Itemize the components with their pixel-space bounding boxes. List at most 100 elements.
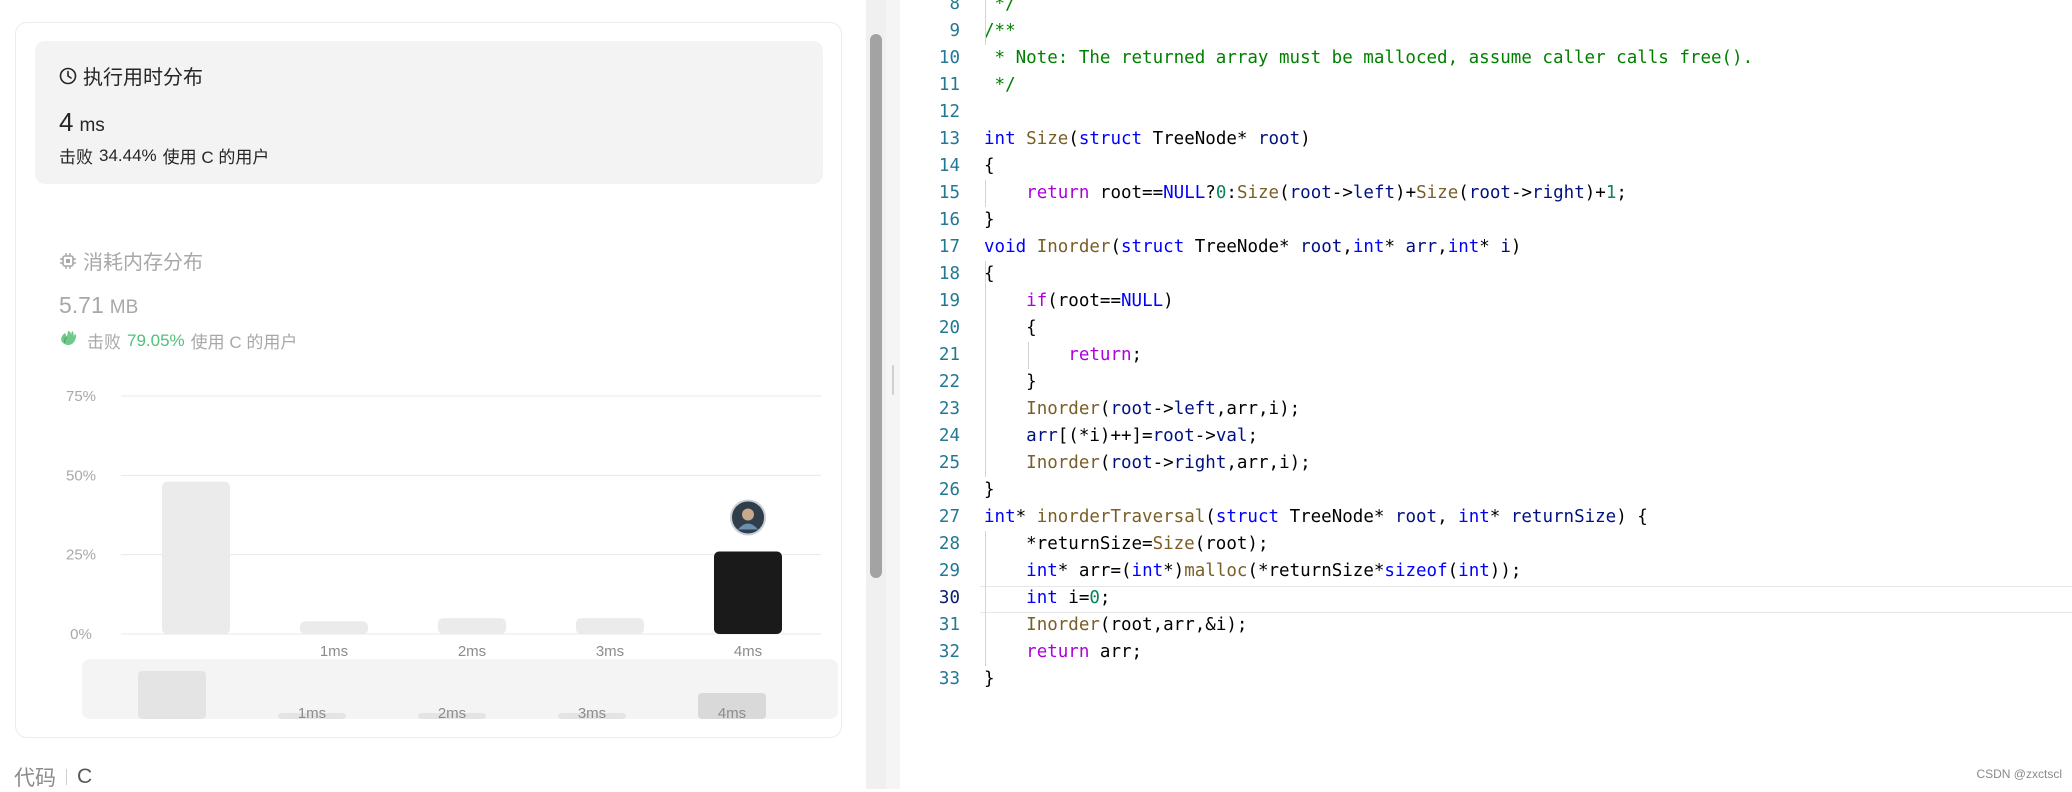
runtime-beat: 击败 34.44% 使用 C 的用户 [59,143,269,168]
code-line[interactable]: 30 int i=0; [900,585,2072,612]
code-text: } [984,477,995,504]
code-text: Inorder(root->left,arr,i); [984,396,1300,423]
code-text: Inorder(root,arr,&i); [984,612,1247,639]
code-token: /** [984,21,1016,41]
line-number: 14 [938,156,960,176]
line-number: 29 [938,561,960,581]
code-line[interactable]: 29 int* arr=(int*)malloc(*returnSize*siz… [900,558,2072,585]
code-token: return [1068,345,1132,365]
code-token: Size [1416,183,1459,203]
code-language-bar: 代码 C [14,762,92,792]
code-token: (root,arr,&i); [1099,615,1248,635]
code-line[interactable]: 9 /** [900,18,2072,45]
scrollbar-thumb[interactable] [870,34,882,578]
chart-bar [438,618,506,634]
code-text: */ [984,0,1016,18]
code-token: Inorder [1036,237,1111,257]
code-token: *returnSize= [984,534,1153,554]
code-token: * arr=( [1057,561,1132,581]
memory-section[interactable]: 消耗内存分布 5.71 MB 击败 79.05% 使用 C 的用户 [35,198,823,352]
code-line[interactable]: 23 Inorder(root->left,arr,i); [900,396,2072,423]
line-number: 20 [938,318,960,338]
code-line[interactable]: 26} [900,477,2072,504]
code-token: (root== [1047,291,1121,311]
line-number: 22 [938,372,960,392]
code-line[interactable]: 17 void Inorder(struct TreeNode* root,int… [900,234,2072,261]
code-editor[interactable]: 8 */ 9 /** 10 * Note: The returned array mu… [900,0,2072,789]
indent-guide [985,0,986,45]
y-tick-label: 0% [70,626,92,643]
code-label: 代码 [14,767,56,790]
line-number: 13 [938,129,960,149]
code-text: { [984,315,1037,342]
code-token: int [1026,588,1058,608]
code-line[interactable]: 13 int Size(struct TreeNode* root) [900,126,2072,153]
code-line[interactable]: 27 int* inorderTraversal(struct TreeNode*… [900,504,2072,531]
runtime-section[interactable]: 执行用时分布 4 ms 击败 34.44% 使用 C 的用户 [35,41,823,184]
code-line[interactable]: 18{ [900,261,2072,288]
code-line[interactable]: 33} [900,666,2072,693]
code-token: inorderTraversal [1036,507,1206,527]
memory-title-label: 消耗内存分布 [83,252,203,274]
code-line[interactable]: 11 */ [900,72,2072,99]
code-token: 1 [1605,183,1617,203]
code-line[interactable]: 20 { [900,315,2072,342]
code-line[interactable]: 8 */ [900,0,2072,18]
code-line[interactable]: 24 arr[(*i)++]=root->val; [900,423,2072,450]
code-token: TreeNode* [1142,129,1258,149]
chart-bar [714,551,782,634]
runtime-beat-pct: 34.44% [99,145,157,165]
code-line[interactable]: 19 if(root==NULL) [900,288,2072,315]
code-token: -> [1152,453,1174,473]
code-token: struct [1121,237,1185,257]
chart-range-slider[interactable]: 1ms 2ms 3ms 4ms [82,659,838,719]
code-token: Size [1152,534,1195,554]
chart-bar [300,621,368,634]
code-token: ; [1616,183,1627,203]
line-number: 9 [949,21,960,41]
code-token: * Note: The returned array must be mallo… [984,48,1754,68]
line-number: 25 [938,453,960,473]
code-line[interactable]: 21 return; [900,342,2072,369]
code-line[interactable]: 31 Inorder(root,arr,&i); [900,612,2072,639]
code-line[interactable]: 10 * Note: The returned array must be ma… [900,45,2072,72]
code-token: arr [1405,237,1438,257]
line-number: 27 [938,507,960,527]
code-line[interactable]: 12 [900,99,2072,126]
code-token: ; [1247,426,1258,446]
line-number: 15 [938,183,960,203]
code-token: NULL [1121,291,1164,311]
code-token: int [1131,561,1164,581]
code-line[interactable]: 25 Inorder(root->right,arr,i); [900,450,2072,477]
code-text: } [984,369,1037,396]
runtime-title: 执行用时分布 [59,61,203,90]
code-token: ( [1279,183,1290,203]
code-token: * [1015,507,1037,527]
code-token: right [1532,183,1585,203]
code-line[interactable]: 16} [900,207,2072,234]
code-line[interactable]: 15 return root==NULL?0:Size(root->left)+… [900,180,2072,207]
runtime-beat-suffix: 使用 C 的用户 [162,148,270,167]
code-line[interactable]: 22 } [900,369,2072,396]
line-number: 8 [949,0,960,14]
code-token: ( [1205,507,1216,527]
code-token: )); [1489,561,1522,581]
code-token: arr; [1089,642,1143,662]
code-token: -> [1331,183,1353,203]
code-line[interactable]: 28 *returnSize=Size(root); [900,531,2072,558]
code-text: int* arr=(int*)malloc(*returnSize*sizeof… [984,558,1521,585]
code-token: ( [1099,399,1111,419]
code-token: ( [1068,129,1079,149]
memory-value: 5.71 MB [59,292,138,319]
code-token: * [1384,237,1406,257]
splitter-handle[interactable] [892,365,894,395]
code-token: int [984,507,1016,527]
indent-guide [985,180,986,207]
code-line[interactable]: 32 return arr; [900,639,2072,666]
code-line[interactable]: 14 { [900,153,2072,180]
